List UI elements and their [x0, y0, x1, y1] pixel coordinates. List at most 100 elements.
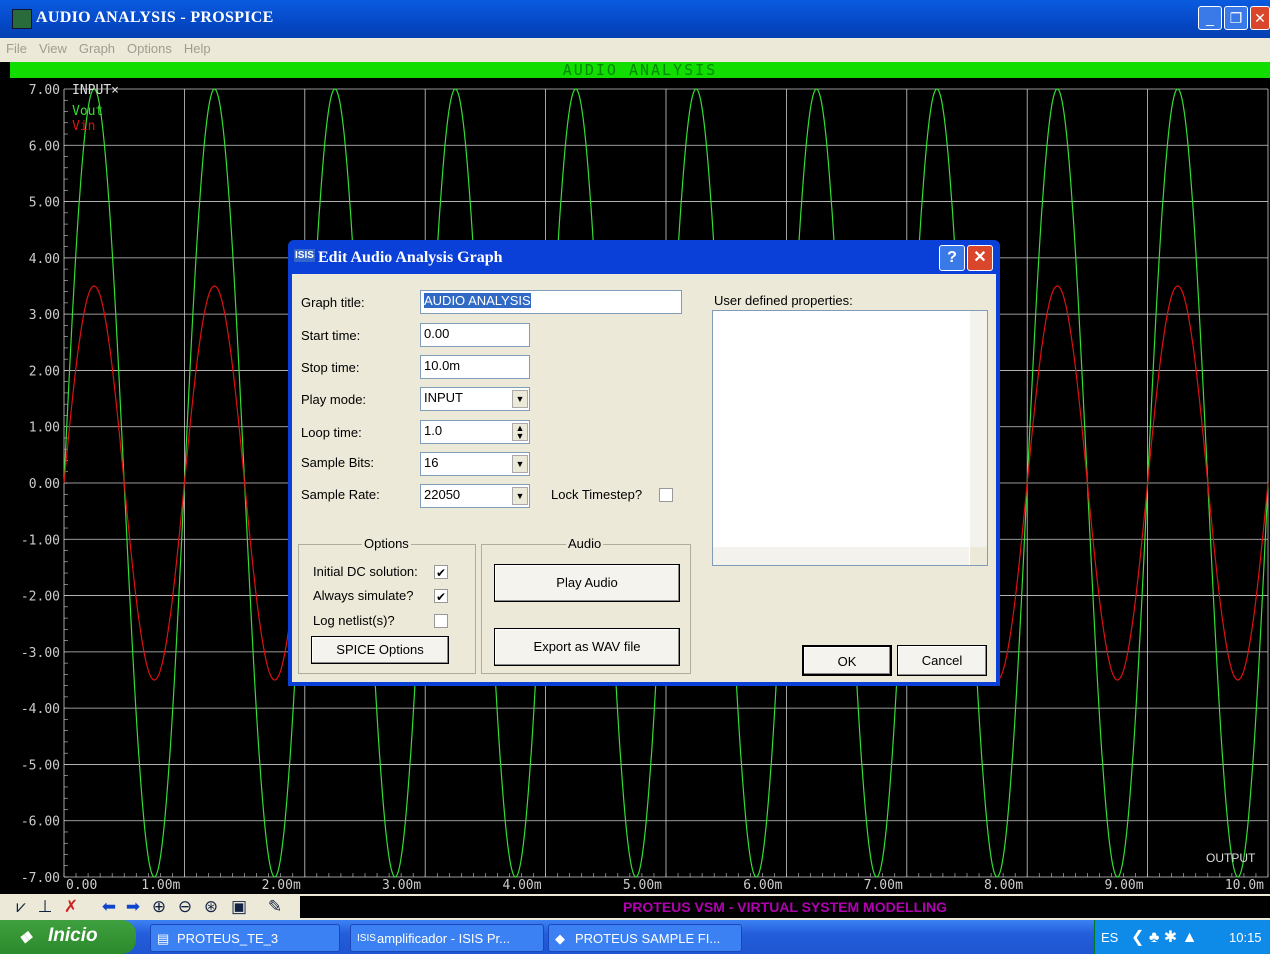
graph-title-field[interactable]: AUDIO ANALYSIS	[420, 290, 682, 314]
lock-timestep-checkbox[interactable]	[659, 488, 673, 502]
log-netlist-label: Log netlist(s)?	[313, 613, 395, 628]
help-icon[interactable]: ?	[939, 245, 965, 271]
lock-timestep-label: Lock Timestep?	[551, 487, 643, 502]
sample-rate-value: 22050	[424, 487, 461, 502]
chevron-down-icon[interactable]: ▼	[512, 487, 528, 505]
sample-bits-select[interactable]: 16 ▼	[420, 452, 530, 476]
sample-bits-label: Sample Bits:	[301, 455, 374, 470]
options-group-label: Options	[362, 536, 411, 551]
close-button[interactable]: ✕	[1250, 6, 1270, 30]
chevron-down-icon[interactable]: ▼	[512, 455, 528, 473]
y-tick-label: -6.00	[21, 815, 60, 830]
start-label: Inicio	[48, 925, 98, 946]
sample-rate-select[interactable]: 22050 ▼	[420, 484, 530, 508]
window-title: AUDIO ANALYSIS - PROSPICE	[36, 9, 274, 26]
minimize-button[interactable]: _	[1198, 6, 1222, 30]
stop-time-field[interactable]: 10.0m	[420, 355, 530, 379]
x-tick-label: 4.00m	[502, 878, 541, 893]
x-tick-label: 2.00m	[262, 878, 301, 893]
y-tick-label: -5.00	[21, 758, 60, 773]
dialog-title: Edit Audio Analysis Graph	[318, 249, 503, 266]
y-tick-label: 2.00	[29, 364, 60, 379]
legend-vin: Vin	[72, 119, 95, 134]
y-tick-label: 1.00	[29, 421, 60, 436]
export-wav-button[interactable]: Export as WAV file	[494, 628, 680, 666]
zoom-area-icon[interactable]: ▣	[228, 897, 250, 917]
arrow-left-icon[interactable]: ⬅	[98, 897, 120, 917]
menu-bar: File View Graph Options Help	[0, 38, 1270, 62]
x-tick-label: 1.00m	[141, 878, 180, 893]
restore-button[interactable]: ❐	[1224, 6, 1248, 30]
always-simulate-checkbox[interactable]: ✔	[434, 589, 448, 604]
play-mode-select[interactable]: INPUT ▼	[420, 387, 530, 411]
zoom-out-icon[interactable]: ⊖	[174, 897, 196, 917]
sample-bits-value: 16	[424, 455, 439, 470]
pen-icon[interactable]: ✎	[264, 897, 286, 917]
horizontal-scrollbar[interactable]	[713, 547, 969, 565]
y-tick-label: -2.00	[21, 590, 60, 605]
menu-graph[interactable]: Graph	[73, 38, 121, 56]
initial-dc-checkbox[interactable]: ✔	[434, 565, 448, 580]
x-tick-label: 0.00	[66, 878, 97, 893]
zoom-all-icon[interactable]: ⊛	[200, 897, 222, 917]
always-simulate-label: Always simulate?	[313, 588, 414, 603]
x-tick-label: 9.00m	[1104, 878, 1143, 893]
graph-header: AUDIO ANALYSIS	[10, 62, 1270, 78]
menu-help[interactable]: Help	[178, 38, 217, 56]
task-proteus-te3[interactable]: ▤ PROTEUS_TE_3	[150, 924, 340, 952]
spice-options-button[interactable]: SPICE Options	[311, 636, 449, 664]
task-label: PROTEUS_TE_3	[177, 931, 279, 946]
probe-icon[interactable]: ⊥	[34, 897, 56, 917]
user-props-label: User defined properties:	[714, 293, 853, 308]
dialog-close-button[interactable]: ✕	[967, 245, 993, 271]
language-indicator[interactable]: ES	[1101, 930, 1118, 945]
scrollbar-corner	[970, 547, 987, 565]
loop-time-label: Loop time:	[301, 425, 362, 440]
play-mode-value: INPUT	[424, 390, 463, 405]
play-mode-label: Play mode:	[301, 392, 367, 407]
menu-view[interactable]: View	[33, 38, 73, 56]
legend-input: INPUT×	[72, 83, 119, 98]
task-amplificador[interactable]: ISIS amplificador - ISIS Pr...	[350, 924, 544, 952]
cancel-button[interactable]: Cancel	[897, 645, 987, 676]
y-tick-label: -4.00	[21, 702, 60, 717]
x-tick-label: 5.00m	[623, 878, 662, 893]
vertical-scrollbar[interactable]	[970, 311, 987, 547]
start-time-label: Start time:	[301, 328, 361, 343]
user-props-textarea[interactable]	[712, 310, 988, 566]
menu-file[interactable]: File	[0, 38, 33, 56]
loop-time-spinner[interactable]: 1.0 ▲ ▼	[420, 420, 530, 444]
system-tray: ES ❮ ♣ ✱ ▲ 10:15	[1094, 920, 1270, 954]
task-proteus-sample[interactable]: ◆ PROTEUS SAMPLE FI...	[548, 924, 742, 952]
run-icon[interactable]: ✗	[60, 897, 82, 917]
dialog-body: Graph title: AUDIO ANALYSIS Start time: …	[292, 274, 996, 682]
y-tick-label: 5.00	[29, 196, 60, 211]
log-netlist-checkbox[interactable]	[434, 614, 448, 628]
sample-rate-label: Sample Rate:	[301, 487, 380, 502]
proteus-icon: ◆	[555, 931, 565, 946]
task-label: amplificador - ISIS Pr...	[377, 931, 510, 946]
play-audio-button[interactable]: Play Audio	[494, 564, 680, 602]
stop-time-label: Stop time:	[301, 360, 360, 375]
graph-title-label: Graph title:	[301, 295, 365, 310]
x-tick-label: 10.0m	[1225, 878, 1264, 893]
edit-audio-analysis-dialog: ISIS Edit Audio Analysis Graph ? ✕ Graph…	[288, 240, 1000, 686]
y-tick-label: 4.00	[29, 252, 60, 267]
graph-icon[interactable]: ⩗	[10, 897, 32, 917]
status-banner: PROTEUS VSM - VIRTUAL SYSTEM MODELLING	[300, 896, 1270, 918]
chevron-down-icon[interactable]: ▼	[512, 390, 528, 408]
start-time-field[interactable]: 0.00	[420, 323, 530, 347]
audio-group-label: Audio	[566, 536, 604, 551]
document-icon: ▤	[157, 931, 170, 946]
spinner-arrows-icon[interactable]: ▲ ▼	[512, 423, 528, 441]
menu-options[interactable]: Options	[121, 38, 178, 56]
y-tick-label: 7.00	[29, 83, 60, 98]
task-label: PROTEUS SAMPLE FI...	[575, 931, 721, 946]
arrow-right-icon[interactable]: ➡	[122, 897, 144, 917]
tray-icons[interactable]: ❮ ♣ ✱ ▲	[1131, 927, 1197, 947]
start-button[interactable]: ❖ Inicio	[0, 920, 136, 954]
legend-vout: Vout	[72, 104, 103, 119]
y-tick-label: -3.00	[21, 646, 60, 661]
zoom-in-icon[interactable]: ⊕	[148, 897, 170, 917]
ok-button[interactable]: OK	[802, 645, 892, 676]
